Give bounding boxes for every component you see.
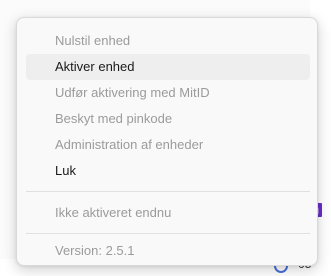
menu-item-device-administration: Administration af enheder (55, 137, 204, 152)
menu-item-activate-device[interactable]: Aktiver enhed (26, 54, 310, 80)
menu-item-close[interactable]: Luk (26, 158, 310, 184)
menu-status-text: Ikke aktiveret endnu (55, 205, 172, 220)
menu-separator (26, 233, 310, 234)
menu-item-protect-with-pin: Beskyt med pinkode (55, 111, 173, 126)
menu-item-activate-with-mitid: Udfør aktivering med MitID (55, 85, 210, 100)
menu-separator (26, 191, 310, 192)
context-menu: Nulstil enhed Aktiver enhed Udfør aktive… (16, 17, 318, 266)
menu-item-reset-device: Nulstil enhed (55, 33, 131, 48)
menu-version-text: Version: 2.5.1 (55, 243, 135, 258)
